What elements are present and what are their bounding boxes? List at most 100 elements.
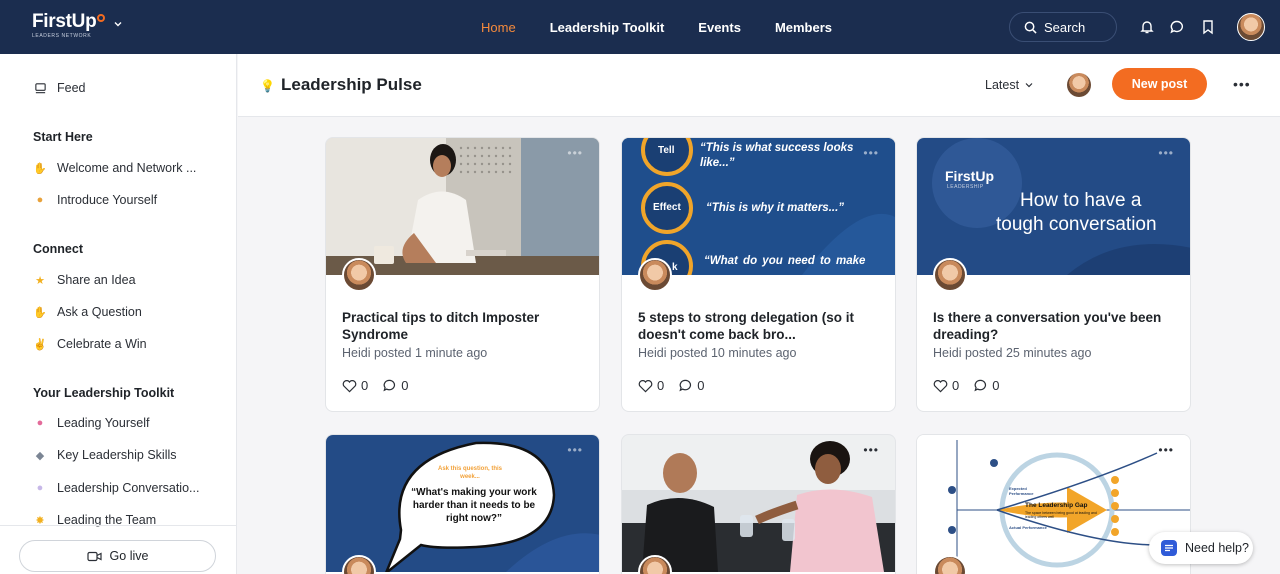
post-image: Ask this question, this week... “What's … xyxy=(326,435,599,572)
author-avatar[interactable] xyxy=(933,258,967,292)
comment-button[interactable]: 0 xyxy=(973,378,999,393)
comment-button[interactable]: 0 xyxy=(678,378,704,393)
sort-dropdown[interactable]: Latest xyxy=(985,78,1033,92)
image-line-3: “What do you need to make xyxy=(704,255,866,267)
chat-icon[interactable] xyxy=(1169,19,1185,35)
handshake-icon: ● xyxy=(36,194,44,206)
post-meta: Heidi posted 1 minute ago xyxy=(342,346,488,360)
nav-events[interactable]: Events xyxy=(698,20,741,35)
sidebar-item-welcome[interactable]: ✋ Welcome and Network ... xyxy=(33,161,196,175)
speech-bubble-icon: ● xyxy=(36,482,44,494)
comment-button[interactable]: 0 xyxy=(382,378,408,393)
sidebar-heading-toolkit: Your Leadership Toolkit xyxy=(33,386,175,400)
image-logo-sub: LEADERSHIP xyxy=(947,184,984,190)
sidebar-item-conversations[interactable]: ● Leadership Conversatio... xyxy=(33,481,200,495)
bell-icon[interactable] xyxy=(1139,19,1155,35)
page-header: 💡 Leadership Pulse Latest New post ••• xyxy=(238,54,1280,117)
user-avatar[interactable] xyxy=(1237,13,1265,41)
post-title[interactable]: Practical tips to ditch Imposter Syndrom… xyxy=(342,309,587,343)
main-nav: Home Leadership Toolkit Events Members xyxy=(481,0,832,54)
sidebar-heading-connect: Connect xyxy=(33,242,83,256)
post-menu-icon[interactable]: ••• xyxy=(863,443,879,457)
sidebar-item-label: Welcome and Network ... xyxy=(57,161,197,175)
step-ask-label: k xyxy=(672,262,678,273)
post-menu-icon[interactable]: ••• xyxy=(567,443,583,457)
like-count: 0 xyxy=(952,378,960,393)
nav-home[interactable]: Home xyxy=(481,20,516,35)
comment-count: 0 xyxy=(992,378,1000,393)
post-card[interactable]: Ask this question, this week... “What's … xyxy=(325,434,600,574)
post-card[interactable]: ••• Practical tips to ditch Imposter Syn… xyxy=(325,137,600,412)
sidebar-item-label: Introduce Yourself xyxy=(57,193,158,207)
sidebar-item-leading-yourself[interactable]: ● Leading Yourself xyxy=(33,416,150,430)
image-top-label: Expected Performance xyxy=(1009,486,1034,496)
comment-icon xyxy=(679,379,692,392)
brand-name: FirstUp xyxy=(32,11,97,32)
sidebar-item-share-idea[interactable]: ★ Share an Idea xyxy=(33,273,136,287)
nav-members[interactable]: Members xyxy=(775,20,832,35)
sidebar-item-celebrate[interactable]: ✌ Celebrate a Win xyxy=(33,337,146,351)
post-card[interactable]: Tell Effect k “This is what success look… xyxy=(621,137,896,412)
like-count: 0 xyxy=(361,378,369,393)
sidebar-item-label: Leading Yourself xyxy=(57,416,150,430)
author-avatar[interactable] xyxy=(342,258,376,292)
post-meta: Heidi posted 25 minutes ago xyxy=(933,346,1092,360)
video-camera-icon xyxy=(86,551,102,561)
new-post-button[interactable]: New post xyxy=(1112,68,1207,100)
post-meta: Heidi posted 10 minutes ago xyxy=(638,346,797,360)
search-button[interactable]: Search xyxy=(1009,12,1117,42)
post-image xyxy=(326,138,599,275)
post-menu-icon[interactable]: ••• xyxy=(863,146,879,160)
image-headline-2: tough conversation xyxy=(996,214,1157,235)
sidebar: Feed Start Here ✋ Welcome and Network ..… xyxy=(0,54,237,574)
comment-icon xyxy=(383,379,396,392)
sidebar-item-key-skills[interactable]: ◆ Key Leadership Skills xyxy=(33,448,177,462)
sort-label: Latest xyxy=(985,78,1020,92)
like-button[interactable]: 0 xyxy=(933,378,959,393)
sidebar-item-label: Share an Idea xyxy=(57,273,136,287)
raised-hand-icon: ✋ xyxy=(33,306,47,319)
sidebar-item-introduce[interactable]: ● Introduce Yourself xyxy=(33,193,157,207)
brand-dot-icon xyxy=(97,14,106,22)
nav-leadership-toolkit[interactable]: Leadership Toolkit xyxy=(550,20,665,35)
post-card[interactable]: FirstUp LEADERSHIP How to have a tough c… xyxy=(916,137,1191,412)
star-icon: ★ xyxy=(35,274,45,287)
image-bottom-label: Actual Performance xyxy=(1009,525,1047,530)
brain-icon: ● xyxy=(36,417,44,429)
image-small-text: Ask this question, this week... xyxy=(437,466,502,480)
image-quote: “What's making your work harder than it … xyxy=(411,487,537,524)
chevron-down-icon xyxy=(1025,83,1033,88)
sidebar-item-label: Leadership Conversatio... xyxy=(57,481,200,495)
post-menu-icon[interactable]: ••• xyxy=(1158,146,1174,160)
go-live-button[interactable]: Go live xyxy=(19,540,216,572)
need-help-button[interactable]: Need help? xyxy=(1149,532,1253,564)
post-menu-icon[interactable]: ••• xyxy=(567,146,583,160)
post-title[interactable]: 5 steps to strong delegation (so it does… xyxy=(638,309,883,343)
like-button[interactable]: 0 xyxy=(342,378,368,393)
wrench-icon: ◆ xyxy=(35,449,45,462)
sidebar-item-ask-question[interactable]: ✋ Ask a Question xyxy=(33,305,142,319)
sidebar-divider xyxy=(0,525,237,526)
heart-icon xyxy=(933,379,948,392)
author-avatar[interactable] xyxy=(638,258,672,292)
step-tell-label: Tell xyxy=(658,145,675,156)
image-headline-1: How to have a xyxy=(1020,190,1142,211)
post-reactions: 0 0 xyxy=(933,378,999,393)
chevron-down-icon[interactable] xyxy=(114,20,122,28)
top-navigation-bar: FirstUp LEADERS NETWORK Home Leadership … xyxy=(0,0,1280,54)
like-button[interactable]: 0 xyxy=(638,378,664,393)
sidebar-item-feed[interactable]: Feed xyxy=(33,81,86,95)
need-help-label: Need help? xyxy=(1185,541,1249,555)
brand-tagline: LEADERS NETWORK xyxy=(32,33,92,39)
image-center-label: The Leadership Gap xyxy=(1025,502,1088,509)
image-line-1: “This is what success looks like...” xyxy=(700,142,854,169)
post-card[interactable]: ••• xyxy=(621,434,896,574)
hands-up-icon: ✌ xyxy=(33,338,47,351)
more-options-icon[interactable]: ••• xyxy=(1233,76,1251,92)
post-title[interactable]: Is there a conversation you've been drea… xyxy=(933,309,1178,343)
bookmark-icon[interactable] xyxy=(1200,19,1216,35)
space-member-avatar[interactable] xyxy=(1067,73,1091,97)
post-menu-icon[interactable]: ••• xyxy=(1158,443,1174,457)
brand-logo[interactable]: FirstUp LEADERS NETWORK xyxy=(32,11,106,39)
sidebar-item-label: Feed xyxy=(57,81,86,95)
